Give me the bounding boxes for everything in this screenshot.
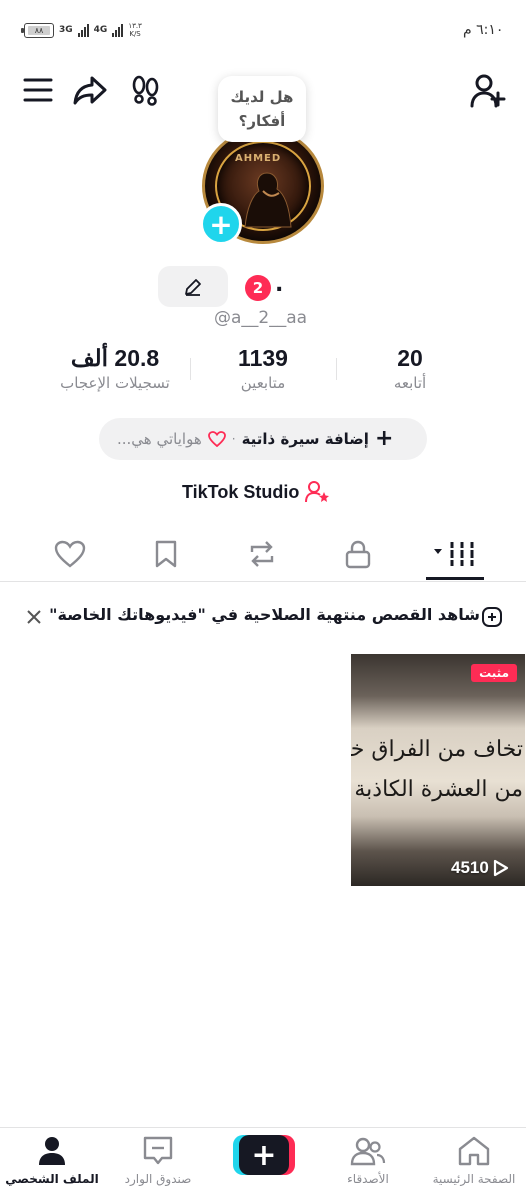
add-avatar-button[interactable]: + [200, 203, 242, 245]
username: @a__2__aa [214, 308, 308, 328]
stories-plus-icon [480, 605, 504, 629]
hobbies-link[interactable]: هواياتي هي... [117, 430, 202, 448]
heart-icon [207, 431, 226, 447]
bookmark-icon [155, 540, 177, 568]
tab-liked[interactable] [40, 528, 100, 580]
footprints-icon[interactable] [130, 72, 162, 108]
create-button[interactable]: + [233, 1135, 295, 1175]
stat-likes[interactable]: 20.8 ألف تسجيلات الإعجاب [40, 345, 190, 392]
nav-inbox[interactable]: صندوق الوارد [108, 1134, 208, 1186]
heart-icon [54, 540, 86, 568]
avatar-figure-icon [244, 172, 292, 228]
bio-separator: · [231, 432, 236, 446]
menu-icon[interactable] [22, 74, 54, 106]
active-tab-indicator [426, 577, 484, 580]
network-speed: ١٣.٣ K/S [128, 22, 142, 38]
add-bio-link[interactable]: إضافة سيرة ذاتية [242, 430, 369, 448]
network-4g-label: 4G [93, 24, 108, 35]
nav-profile[interactable]: الملف الشخصي [2, 1134, 102, 1186]
content-tabs [0, 528, 526, 582]
lock-icon [345, 540, 371, 569]
status-bar-left: ٨٨ 3G 4G ١٣.٣ K/S [21, 22, 142, 38]
nav-friends[interactable]: الأصدقاء [318, 1134, 418, 1186]
play-count: 4510 [451, 858, 509, 878]
bio-pill[interactable]: + إضافة سيرة ذاتية · هواياتي هي... [99, 418, 427, 460]
tab-videos[interactable] [424, 528, 484, 580]
repost-icon [250, 541, 274, 567]
profile-icon [39, 1137, 65, 1165]
battery-icon: ٨٨ [21, 22, 54, 38]
creator-star-icon [305, 481, 330, 503]
notification-badge[interactable]: 2 [245, 275, 271, 301]
share-icon[interactable] [72, 72, 108, 108]
status-time: ٦:١٠ م [463, 22, 504, 38]
display-name: . [275, 272, 284, 297]
stat-followers[interactable]: 1139 متابعين [200, 345, 326, 392]
tab-private[interactable] [328, 528, 388, 580]
plus-icon: + [374, 426, 394, 451]
inbox-icon [143, 1136, 173, 1165]
plus-icon: + [239, 1135, 289, 1175]
pencil-icon [185, 278, 201, 296]
friends-icon [350, 1137, 386, 1166]
close-icon[interactable] [22, 605, 46, 629]
avatar-caption: AHMED [235, 153, 282, 164]
video-tile[interactable]: مثبت تخاف من الفراق خاف من العشرة الكاذب… [351, 654, 525, 886]
video-overlay-text: تخاف من الفراق خاف من العشرة الكاذبة [351, 737, 523, 802]
bottom-nav: الصفحة الرئيسية الأصدقاء + صندوق الوارد … [0, 1127, 526, 1198]
tab-favorites[interactable] [136, 528, 196, 580]
stats-divider [190, 358, 191, 380]
add-friend-icon[interactable] [468, 72, 508, 110]
tab-reposts[interactable] [232, 528, 292, 580]
grid-dropdown-icon [434, 542, 475, 566]
signal-icon-2 [112, 23, 124, 37]
play-icon [493, 859, 508, 877]
edit-profile-button[interactable] [158, 266, 228, 307]
home-icon [458, 1136, 490, 1166]
stories-banner[interactable]: شاهد القصص منتهية الصلاحية في "فيديوهاتك… [0, 597, 526, 637]
stats-divider [336, 358, 337, 380]
stat-following[interactable]: 20 أتابعه [360, 345, 460, 392]
signal-icon [77, 23, 89, 37]
tiktok-studio-link[interactable]: TikTok Studio [182, 480, 331, 504]
network-3g-label: 3G [59, 24, 73, 35]
ideas-bubble[interactable]: هل لديك أفكار؟ [218, 76, 306, 142]
pinned-badge: مثبت [471, 664, 517, 682]
stories-banner-text: شاهد القصص منتهية الصلاحية في "فيديوهاتك… [49, 605, 480, 624]
nav-home[interactable]: الصفحة الرئيسية [424, 1134, 524, 1186]
